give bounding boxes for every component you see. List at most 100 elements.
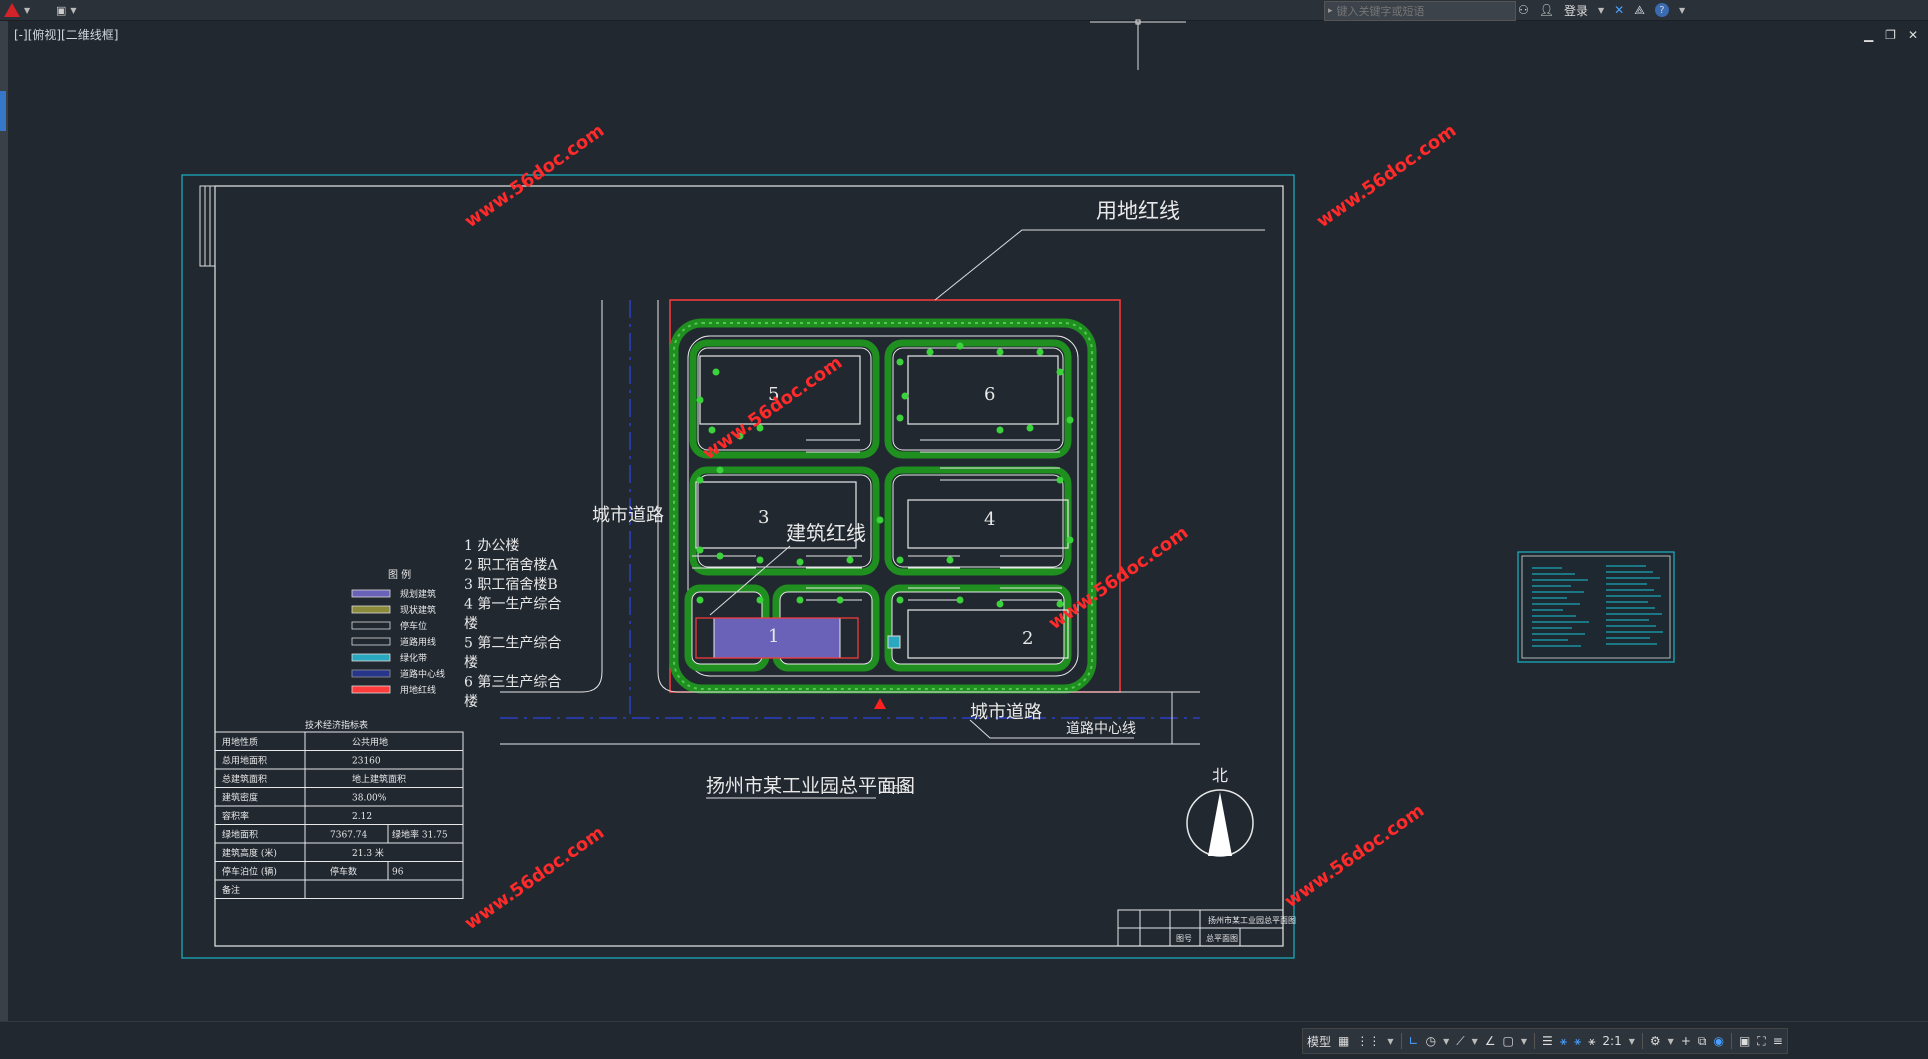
tech-table-value: 停车数: [330, 866, 357, 878]
building-number: 3: [758, 507, 769, 528]
tree-symbol: [901, 392, 909, 400]
tree-symbol: [708, 426, 716, 434]
tree-symbol: [996, 600, 1004, 608]
building-list-item: 6 第三生产综合: [464, 674, 561, 691]
building-red-line-label: 建筑红线: [786, 521, 866, 545]
building-list-item: 2 职工宿舍楼A: [464, 557, 558, 574]
watermark-text: www.56doc.com: [1281, 800, 1428, 912]
tree-symbol: [696, 476, 704, 484]
building-list-item: 4 第一生产综合: [464, 596, 561, 613]
tech-table-label: 总用地面积: [222, 755, 267, 767]
city-road-left-label: 城市道路: [592, 505, 664, 526]
building-number: 4: [984, 509, 995, 530]
tree-symbol: [716, 466, 724, 474]
osnap-tracking-icon[interactable]: ∠: [1485, 1034, 1496, 1048]
tech-table-value: 地上建筑面积: [352, 773, 406, 785]
tree-symbol: [896, 596, 904, 604]
annotation-scale-icon[interactable]: ⚹: [1588, 1034, 1595, 1049]
grid-icon[interactable]: ▦: [1338, 1034, 1349, 1048]
legend-swatch: [351, 669, 391, 678]
status-toolbar: 模型 ▦ ⋮⋮ ▼ ∟ ◷ ▼ ⟋ ▼ ∠ ▢ ▼ ☰ ⚹ ⚹ ⚹ 2:1 ▼ …: [1302, 1028, 1788, 1054]
tree-symbol: [1056, 368, 1064, 376]
watermark-text: www.56doc.com: [1313, 120, 1460, 232]
tech-table-value: 2.12: [352, 812, 372, 822]
tech-table-label: 绿地面积: [222, 829, 258, 841]
tech-table-label: 建筑高度 (米): [222, 847, 277, 859]
tree-symbol: [756, 596, 764, 604]
watermark-text: www.56doc.com: [461, 120, 608, 232]
tree-symbol: [926, 348, 934, 356]
tree-symbol: [1066, 536, 1074, 544]
model-tab[interactable]: 模型: [1307, 1033, 1331, 1050]
gear-icon[interactable]: ⚙: [1650, 1034, 1661, 1048]
plus-icon[interactable]: +: [1681, 1034, 1691, 1048]
tech-table-value: 38.00%: [352, 794, 387, 804]
legend-swatch: [351, 653, 391, 662]
cad-drawing: 用地红线 5 6 3 4 1 2 建筑红线 城市道路 城市道路 道路中心线 1 …: [181, 19, 1675, 959]
tree-symbol: [836, 596, 844, 604]
tree-symbol: [796, 596, 804, 604]
tech-table-label: 用地性质: [222, 736, 258, 748]
legend-title: 图 例: [388, 568, 411, 581]
tree-symbol: [712, 368, 720, 376]
title-block-sheet: 总平面图: [1206, 933, 1238, 943]
isometric-icon[interactable]: ⟋: [1456, 1034, 1464, 1049]
tree-symbol: [1066, 416, 1074, 424]
chevron-down-icon[interactable]: ▼: [1387, 1037, 1393, 1046]
tree-symbol: [696, 546, 704, 554]
annotation-scale-value[interactable]: 2:1: [1602, 1034, 1621, 1048]
legend-item: 绿化带: [400, 652, 427, 664]
ortho-icon[interactable]: ∟: [1409, 1034, 1419, 1048]
lineweight-icon[interactable]: ☰: [1542, 1034, 1553, 1048]
tree-symbol: [876, 516, 884, 524]
legend-swatch: [351, 605, 391, 614]
snap-icon[interactable]: ⋮⋮: [1356, 1034, 1380, 1048]
tree-symbol: [946, 556, 954, 564]
title-block-label: 图号: [1176, 934, 1192, 943]
tech-table-label: 总建筑面积: [222, 773, 267, 785]
chevron-down-icon[interactable]: ▼: [1472, 1037, 1478, 1046]
chevron-down-icon[interactable]: ▼: [1443, 1037, 1449, 1046]
land-red-line-label: 用地红线: [1096, 199, 1180, 223]
tree-symbol: [1056, 476, 1064, 484]
auto-scale-icon[interactable]: ⚹: [1574, 1034, 1581, 1049]
legend-item: 停车位: [400, 620, 427, 632]
tree-symbol: [1026, 424, 1034, 432]
isolate-icon[interactable]: ▣: [1739, 1034, 1750, 1048]
customize-icon[interactable]: ≡: [1773, 1034, 1783, 1048]
tree-symbol: [796, 558, 804, 566]
tech-table-extra: 绿地率 31.75: [392, 829, 448, 841]
annotation-visibility-icon[interactable]: ⚹: [1560, 1034, 1567, 1049]
tech-table-label: 备注: [222, 884, 240, 896]
watermark-text: www.56doc.com: [461, 822, 608, 934]
tree-symbol: [996, 348, 1004, 356]
tree-symbol: [896, 358, 904, 366]
status-bar: 模型 ▦ ⋮⋮ ▼ ∟ ◷ ▼ ⟋ ▼ ∠ ▢ ▼ ☰ ⚹ ⚹ ⚹ 2:1 ▼ …: [0, 1021, 1928, 1059]
object-snap-icon[interactable]: ▢: [1503, 1034, 1514, 1048]
tree-symbol: [956, 596, 964, 604]
building-list-item: 1 办公楼: [464, 538, 519, 554]
chevron-down-icon[interactable]: ▼: [1629, 1037, 1635, 1046]
tree-symbol: [696, 396, 704, 404]
tech-table-value: 21.3 米: [352, 847, 384, 859]
building-list-item: 3 职工宿舍楼B: [464, 576, 558, 593]
north-label: 北: [1212, 766, 1228, 785]
tree-symbol: [996, 426, 1004, 434]
tech-table-label: 建筑密度: [222, 792, 258, 804]
tree-symbol: [1036, 348, 1044, 356]
building-list-item: 5 第二生产综合: [464, 635, 561, 652]
polar-icon[interactable]: ◷: [1426, 1034, 1436, 1048]
quick-properties-icon[interactable]: ⧉: [1698, 1034, 1707, 1049]
tree-symbol: [756, 556, 764, 564]
clean-screen-icon[interactable]: ⛶: [1757, 1034, 1765, 1049]
chevron-down-icon[interactable]: ▼: [1521, 1037, 1527, 1046]
watermark-text: www.56doc.com: [699, 352, 846, 464]
tech-table-value: 7367.74: [330, 831, 367, 841]
chevron-down-icon[interactable]: ▼: [1668, 1037, 1674, 1046]
building-number: 2: [1022, 628, 1033, 649]
legend-swatch: [351, 637, 391, 646]
tech-table-extra: 96: [392, 868, 404, 878]
road-centerline-label: 道路中心线: [1066, 721, 1136, 737]
city-road-bottom-label: 城市道路: [970, 702, 1042, 723]
hardware-accel-icon[interactable]: ◉: [1713, 1034, 1723, 1048]
